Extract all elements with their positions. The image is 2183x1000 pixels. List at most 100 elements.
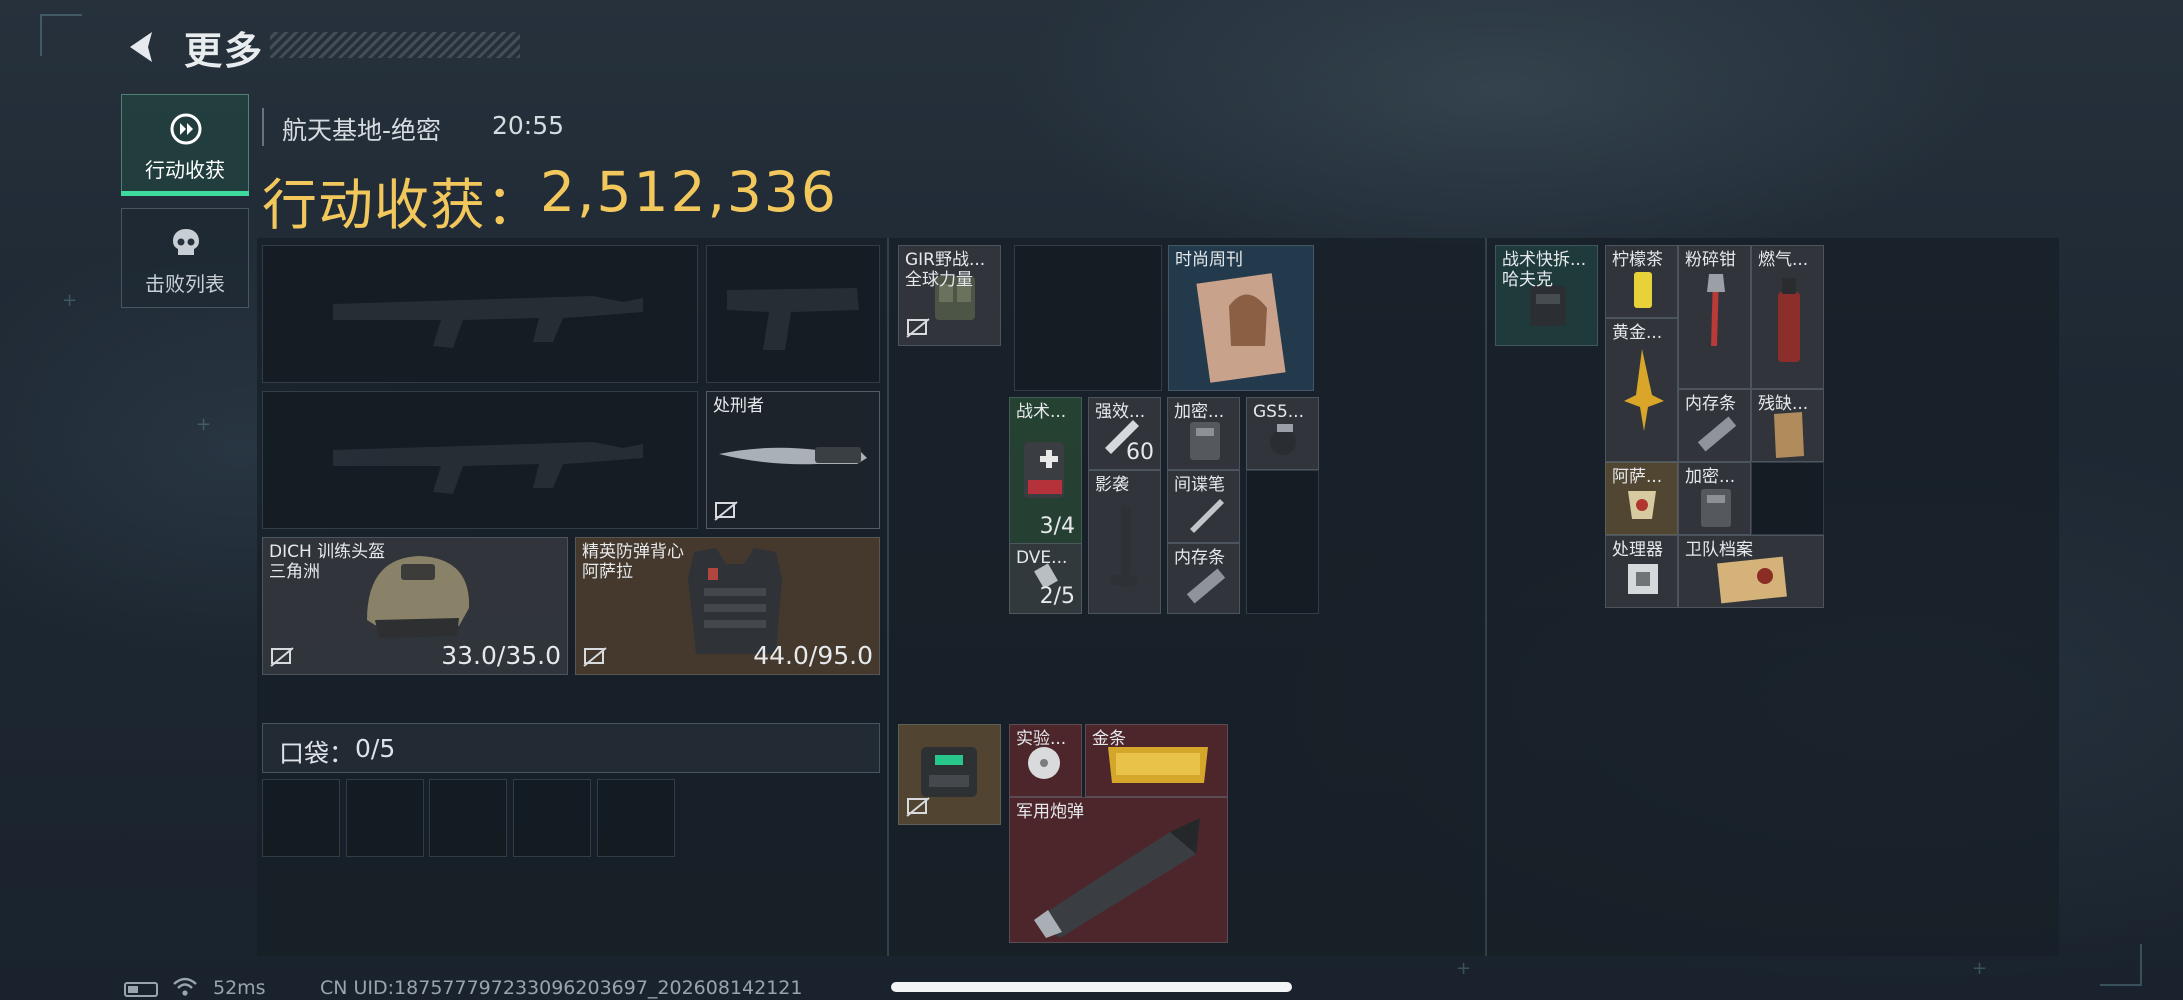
yingxi-name: 影袭 bbox=[1095, 475, 1129, 495]
magazine-name: 时尚周刊 bbox=[1175, 250, 1243, 270]
helmet-name: DICH 训练头盔 bbox=[269, 542, 386, 562]
item-broken[interactable]: 残缺... bbox=[1751, 389, 1824, 462]
back-button[interactable] bbox=[122, 26, 164, 68]
item-magazine[interactable]: 时尚周刊 bbox=[1168, 245, 1314, 391]
experiment-name: 实验... bbox=[1016, 729, 1067, 749]
item-memory-stick[interactable]: 内存条 bbox=[1167, 543, 1240, 614]
item-stim[interactable]: 强效... 60 bbox=[1088, 397, 1161, 470]
pocket-slot[interactable] bbox=[597, 779, 675, 857]
backpack-slot-empty[interactable] bbox=[1014, 245, 1162, 391]
item-gas[interactable]: 燃气... bbox=[1751, 245, 1824, 389]
loot-icon bbox=[170, 113, 202, 145]
hud-cross: + bbox=[1972, 958, 1988, 979]
item-lemon-tea[interactable]: 柠檬茶 bbox=[1605, 245, 1678, 318]
active-tab-indicator bbox=[121, 191, 249, 196]
loot-total-label: 行动收获： bbox=[262, 173, 543, 237]
item-memory-stick[interactable]: 内存条 bbox=[1678, 389, 1751, 462]
item-yingxi[interactable]: 影袭 bbox=[1088, 470, 1161, 614]
dve-count: 2/5 bbox=[1039, 584, 1075, 609]
encrypted2-name: 加密... bbox=[1685, 467, 1736, 487]
armor-name: 精英防弹背心 bbox=[582, 542, 684, 562]
gas-name: 燃气... bbox=[1758, 250, 1809, 270]
backpack-slot-empty[interactable] bbox=[1246, 470, 1319, 614]
ping-value: 52ms bbox=[213, 977, 266, 999]
armor-durability: 44.0/95.0 bbox=[753, 641, 873, 670]
wifi-icon bbox=[173, 977, 197, 996]
item-golden[interactable]: 黄金... bbox=[1605, 318, 1678, 462]
processor-name: 处理器 bbox=[1612, 540, 1663, 560]
tab-kills[interactable]: 击败列表 bbox=[121, 208, 249, 308]
no-insurance-icon bbox=[906, 797, 930, 817]
gir-sub: 全球力量 bbox=[905, 270, 973, 290]
match-time: 20:55 bbox=[492, 111, 565, 140]
no-insurance-icon bbox=[714, 501, 738, 521]
pocket-slot[interactable] bbox=[513, 779, 591, 857]
gs5-name: GS5... bbox=[1253, 402, 1304, 422]
item-experiment[interactable]: 实验... bbox=[1009, 724, 1082, 797]
title-stripes bbox=[270, 32, 520, 58]
crusher-name: 粉碎钳 bbox=[1685, 250, 1736, 270]
rig-name: 战术快拆... bbox=[1502, 250, 1587, 270]
memory2-name: 内存条 bbox=[1685, 394, 1736, 414]
spy-name: 间谍笔 bbox=[1174, 475, 1225, 495]
item-guard-file[interactable]: 卫队档案 bbox=[1678, 535, 1824, 608]
pocket-count: 0/5 bbox=[355, 734, 396, 763]
hud-corner bbox=[40, 14, 82, 56]
gir-name: GIR野战... bbox=[905, 250, 986, 270]
rig-slot-empty[interactable] bbox=[1751, 462, 1824, 535]
dve-name: DVE... bbox=[1016, 548, 1068, 568]
hud-cross: + bbox=[1456, 958, 1472, 979]
no-insurance-icon bbox=[906, 318, 930, 338]
pocket-slot[interactable] bbox=[346, 779, 424, 857]
golden-name: 黄金... bbox=[1612, 323, 1663, 343]
asa-name: 阿萨... bbox=[1612, 467, 1663, 487]
item-encrypted-drive[interactable]: 加密... bbox=[1678, 462, 1751, 535]
pocket-label: 口袋： bbox=[279, 739, 355, 768]
rifle-silhouette-icon bbox=[333, 296, 643, 348]
guard-name: 卫队档案 bbox=[1685, 540, 1753, 560]
battery-icon bbox=[124, 982, 158, 997]
helmet-sub: 三角洲 bbox=[269, 562, 320, 582]
tab-loot[interactable]: 行动收获 bbox=[121, 94, 249, 194]
stim-count: 60 bbox=[1126, 440, 1154, 465]
tab-kills-label: 击败列表 bbox=[145, 272, 225, 296]
tab-loot-label: 行动收获 bbox=[145, 158, 225, 182]
item-crusher[interactable]: 粉碎钳 bbox=[1678, 245, 1751, 389]
skull-icon bbox=[173, 229, 199, 255]
chest-rig-slot[interactable]: GIR野战... 全球力量 bbox=[898, 245, 1001, 346]
memory1-name: 内存条 bbox=[1174, 548, 1225, 568]
pistol-silhouette-icon bbox=[727, 288, 859, 350]
rig-sub: 哈夫克 bbox=[1502, 270, 1553, 290]
no-insurance-icon bbox=[270, 647, 294, 667]
item-encrypted-drive[interactable]: 加密... bbox=[1167, 397, 1240, 470]
item-artillery-shell[interactable]: 军用炮弹 bbox=[1009, 797, 1228, 943]
item-gs5[interactable]: GS5... bbox=[1246, 397, 1319, 470]
home-indicator[interactable] bbox=[891, 982, 1292, 992]
armor-slot[interactable]: 精英防弹背心 阿萨拉 44.0/95.0 bbox=[575, 537, 880, 675]
pocket-slot[interactable] bbox=[262, 779, 340, 857]
page-title: 更多 bbox=[184, 29, 265, 73]
back-arrow-icon bbox=[130, 32, 152, 62]
knife-slot[interactable]: 处刑者 bbox=[706, 391, 880, 529]
stim-name: 强效... bbox=[1095, 402, 1146, 422]
primary-weapon-slot[interactable] bbox=[262, 245, 698, 383]
tea-name: 柠檬茶 bbox=[1612, 250, 1663, 270]
item-dve[interactable]: DVE... 2/5 bbox=[1009, 543, 1082, 614]
broken-name: 残缺... bbox=[1758, 394, 1809, 414]
map-name: 航天基地-绝密 bbox=[282, 116, 442, 145]
tactical-rig-slot[interactable]: 战术快拆... 哈夫克 bbox=[1495, 245, 1598, 346]
encrypted1-name: 加密... bbox=[1174, 402, 1225, 422]
item-asa[interactable]: 阿萨... bbox=[1605, 462, 1678, 535]
pistol-slot[interactable] bbox=[706, 245, 880, 383]
pocket-slot[interactable] bbox=[429, 779, 507, 857]
item-spy-pen[interactable]: 间谍笔 bbox=[1167, 470, 1240, 543]
item-gold-bar[interactable]: 金条 bbox=[1085, 724, 1228, 797]
helmet-slot[interactable]: DICH 训练头盔 三角洲 33.0/35.0 bbox=[262, 537, 568, 675]
item-processor[interactable]: 处理器 bbox=[1605, 535, 1678, 608]
rifle-silhouette-icon bbox=[333, 442, 643, 494]
no-insurance-icon bbox=[583, 647, 607, 667]
item-battery-case[interactable] bbox=[898, 724, 1001, 825]
armor-sub: 阿萨拉 bbox=[582, 562, 633, 582]
hud-cross: + bbox=[62, 290, 78, 311]
secondary-weapon-slot[interactable] bbox=[262, 391, 698, 529]
